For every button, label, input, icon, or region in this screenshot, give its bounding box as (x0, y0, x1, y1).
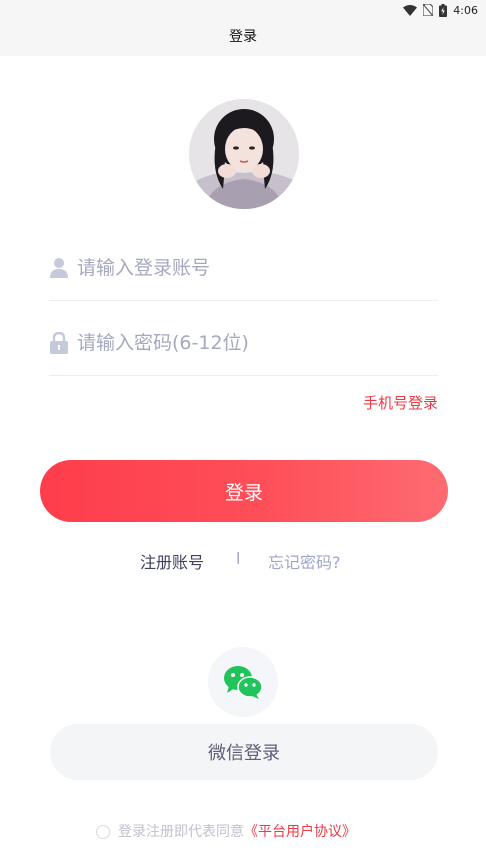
no-sim-icon (423, 4, 434, 16)
agreement-row: 登录注册即代表同意 《平台用户协议》 (96, 821, 356, 841)
login-button[interactable]: 登录 (40, 460, 448, 522)
page-title: 登录 (229, 29, 257, 45)
auth-links: 注册账号 l 忘记密码? (0, 549, 486, 573)
agreement-text: 登录注册即代表同意 (118, 824, 244, 840)
wechat-icon (224, 666, 263, 699)
avatar (189, 99, 299, 209)
battery-charging-icon (439, 3, 448, 17)
title-bar: 登录 (0, 20, 486, 56)
wifi-icon (403, 4, 418, 16)
user-icon (50, 258, 68, 278)
wechat-login-button[interactable]: 微信登录 (50, 724, 438, 780)
status-time: 4:06 (453, 3, 478, 17)
account-input[interactable] (77, 250, 427, 286)
lock-icon (50, 332, 68, 354)
status-bar: 4:06 (0, 0, 486, 20)
agreement-link[interactable]: 《平台用户协议》 (244, 821, 356, 841)
wechat-login-label: 微信登录 (208, 743, 280, 764)
forgot-password-link[interactable]: 忘记密码? (268, 549, 341, 573)
status-icons: 4:06 (403, 3, 478, 17)
links-separator: l (236, 549, 241, 568)
phone-login-link[interactable]: 手机号登录 (363, 392, 438, 413)
wechat-icon-button[interactable] (208, 647, 278, 717)
register-link[interactable]: 注册账号 (140, 549, 204, 573)
avatar-photo (189, 99, 299, 209)
password-field (49, 315, 438, 376)
password-input[interactable] (77, 325, 427, 361)
agreement-checkbox[interactable] (96, 825, 110, 839)
account-field (49, 240, 438, 301)
